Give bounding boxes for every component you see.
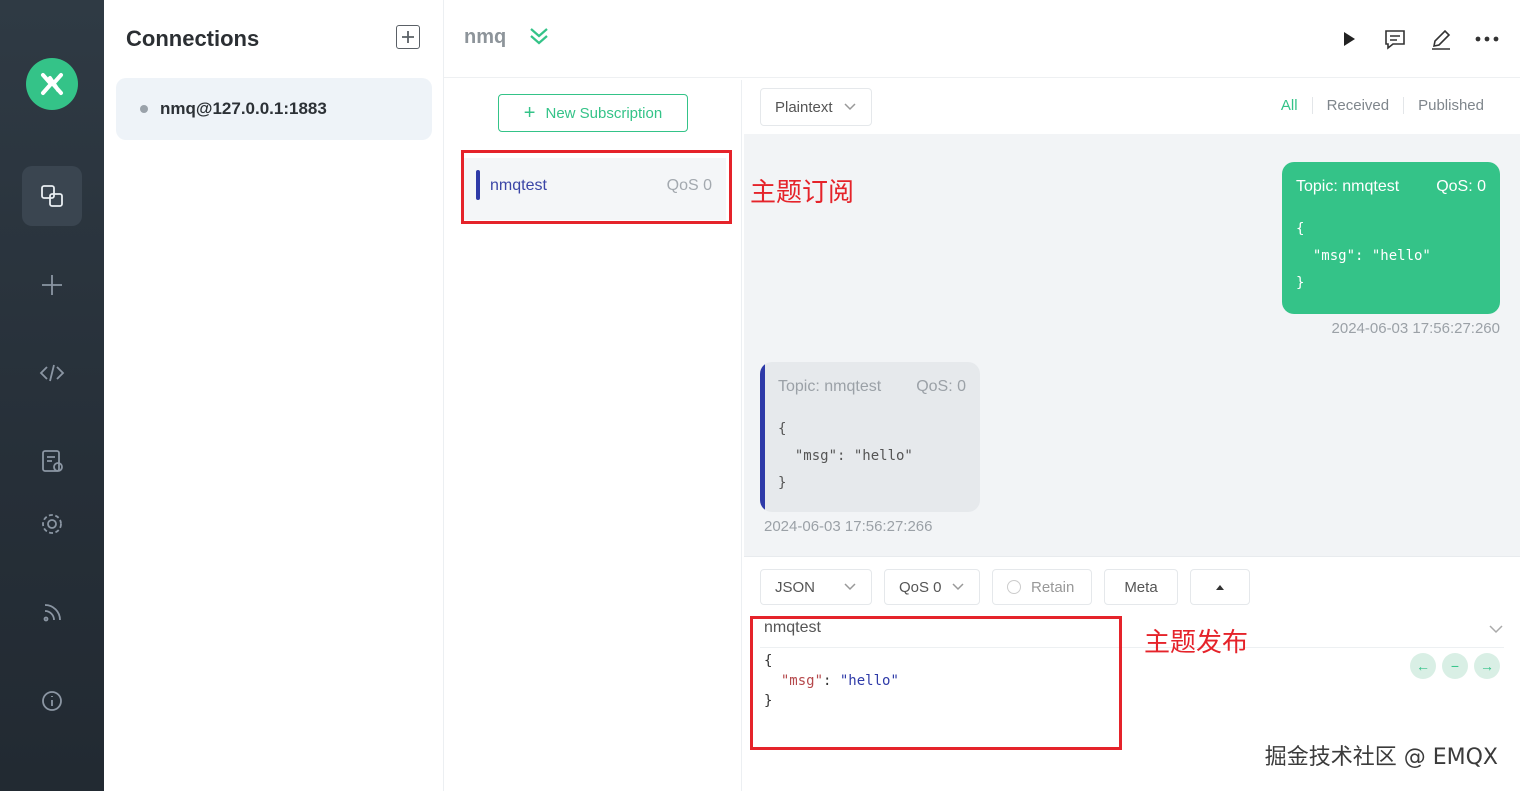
nav-rail: [0, 0, 104, 791]
connection-name: nmq: [464, 26, 507, 48]
subscribe-highlight-box: [461, 150, 732, 224]
connection-status-dot: [140, 105, 148, 113]
publish-format-value: JSON: [775, 578, 816, 596]
message-toolbar: Plaintext All Received Published: [744, 80, 1520, 134]
retain-label: Retain: [1031, 578, 1075, 596]
payload-format-select[interactable]: Plaintext: [760, 88, 872, 126]
edit-icon[interactable]: [1428, 26, 1454, 52]
publish-format-select[interactable]: JSON: [760, 569, 872, 605]
settings-icon[interactable]: [22, 494, 82, 554]
chat-icon[interactable]: [1382, 26, 1408, 52]
subscribe-annotation: 主题订阅: [750, 178, 855, 208]
published-message[interactable]: Topic: nmqtest QoS: 0 { "msg": "hello" }: [1282, 162, 1500, 314]
payload-format-value: Plaintext: [775, 98, 833, 116]
chevron-down-icon: [844, 583, 856, 591]
arrow-right-icon[interactable]: →: [1474, 653, 1500, 679]
filter-received[interactable]: Received: [1311, 97, 1404, 114]
script-icon[interactable]: [22, 343, 82, 403]
new-subscription-label: New Subscription: [545, 104, 663, 122]
message-qos: QoS: 0: [1436, 178, 1486, 195]
info-icon[interactable]: [22, 671, 82, 731]
history-nav: ← − →: [1410, 653, 1500, 679]
message-topic-stripe: [760, 362, 765, 512]
meta-label: Meta: [1124, 578, 1158, 596]
connections-icon[interactable]: [22, 166, 82, 226]
play-icon[interactable]: [1336, 26, 1362, 52]
more-icon[interactable]: [1474, 26, 1500, 52]
message-filter-tabs: All Received Published: [1267, 97, 1498, 114]
retain-radio-icon: [1007, 580, 1021, 594]
message-payload: { "msg": "hello" }: [1296, 221, 1431, 291]
app-window: Connections nmq@127.0.0.1:1883 nmq + New…: [0, 0, 1520, 791]
publish-annotation: 主题发布: [1144, 628, 1249, 658]
received-message[interactable]: Topic: nmqtest QoS: 0 { "msg": "hello" }: [760, 362, 980, 512]
message-topic: Topic: nmqtest: [1296, 178, 1400, 195]
connection-label: nmq@127.0.0.1:1883: [160, 99, 327, 118]
filter-all[interactable]: All: [1267, 97, 1312, 114]
minus-icon[interactable]: −: [1442, 653, 1468, 679]
retain-checkbox[interactable]: Retain: [992, 569, 1092, 605]
plus-icon: +: [523, 102, 536, 124]
message-time: 2024-06-03 17:56:27:260: [1331, 320, 1500, 337]
message-list: Plaintext All Received Published Topic: …: [744, 80, 1520, 556]
chevron-down-icon: [952, 583, 964, 591]
expand-chevron-icon[interactable]: [528, 26, 550, 51]
publish-qos-value: QoS 0: [899, 578, 942, 596]
plus-icon[interactable]: [22, 255, 82, 315]
publish-qos-select[interactable]: QoS 0: [884, 569, 980, 605]
message-time: 2024-06-03 17:56:27:266: [764, 518, 933, 535]
feed-icon[interactable]: [22, 583, 82, 643]
meta-button[interactable]: Meta: [1104, 569, 1178, 605]
message-qos: QoS: 0: [916, 378, 966, 395]
chevron-down-icon: [844, 103, 856, 111]
emqx-logo-icon: [26, 58, 78, 110]
new-subscription-button[interactable]: + New Subscription: [498, 94, 688, 132]
watermark: 掘金技术社区 @ EMQX: [1264, 745, 1498, 770]
log-icon[interactable]: [22, 431, 82, 491]
connections-panel: Connections nmq@127.0.0.1:1883: [104, 0, 444, 791]
message-payload: { "msg": "hello" }: [778, 421, 913, 491]
caret-up-icon: [1216, 585, 1224, 590]
connection-item[interactable]: nmq@127.0.0.1:1883: [116, 78, 432, 140]
connections-title: Connections: [126, 26, 260, 51]
filter-published[interactable]: Published: [1403, 97, 1498, 114]
connection-header: nmq: [444, 0, 1520, 78]
publish-highlight-box: [750, 616, 1122, 750]
collapse-chevron-icon[interactable]: [1488, 621, 1504, 639]
expand-up-button[interactable]: [1190, 569, 1250, 605]
add-connection-icon[interactable]: [396, 25, 420, 49]
message-topic: Topic: nmqtest: [778, 378, 882, 395]
arrow-left-icon[interactable]: ←: [1410, 653, 1436, 679]
